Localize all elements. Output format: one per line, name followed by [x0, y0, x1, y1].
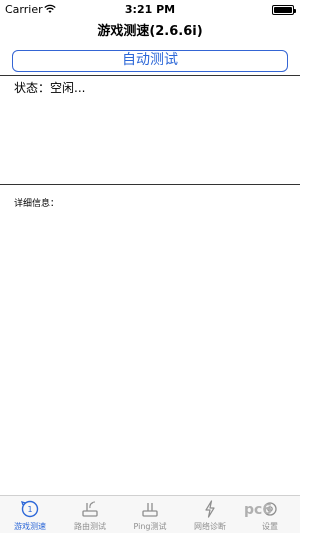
tab-label: Ping测试	[133, 522, 167, 531]
clock: 3:21 PM	[124, 3, 176, 16]
detail-info-label: 详细信息：	[14, 199, 60, 209]
status-text: 状态：空闲...	[14, 81, 86, 95]
speed-test-icon: 1	[20, 500, 39, 518]
tab-router-test[interactable]: 路由测试	[60, 496, 120, 534]
tab-game-speed[interactable]: 1 游戏测速	[0, 496, 60, 534]
tab-label: 网络诊断	[194, 522, 226, 531]
ping-icon	[142, 503, 158, 517]
tab-label: 游戏测速	[14, 522, 46, 531]
router-icon	[82, 501, 98, 517]
tab-ping-test[interactable]: Ping测试	[120, 496, 180, 534]
divider	[0, 184, 300, 185]
divider	[0, 75, 300, 76]
battery-icon	[272, 5, 296, 15]
tab-network-diagnosis[interactable]: 网络诊断	[180, 496, 240, 534]
status-bar: Carrier 3:21 PM	[0, 0, 300, 20]
lightning-icon	[205, 500, 215, 518]
svg-text:1: 1	[27, 505, 32, 514]
auto-test-button[interactable]: 自动测试	[12, 50, 288, 72]
tab-label: 设置	[262, 522, 278, 531]
page-title: 游戏测速(2.6.6i)	[97, 24, 203, 39]
tab-label: 路由测试	[74, 522, 106, 531]
watermark-logo: pc6	[244, 502, 273, 518]
